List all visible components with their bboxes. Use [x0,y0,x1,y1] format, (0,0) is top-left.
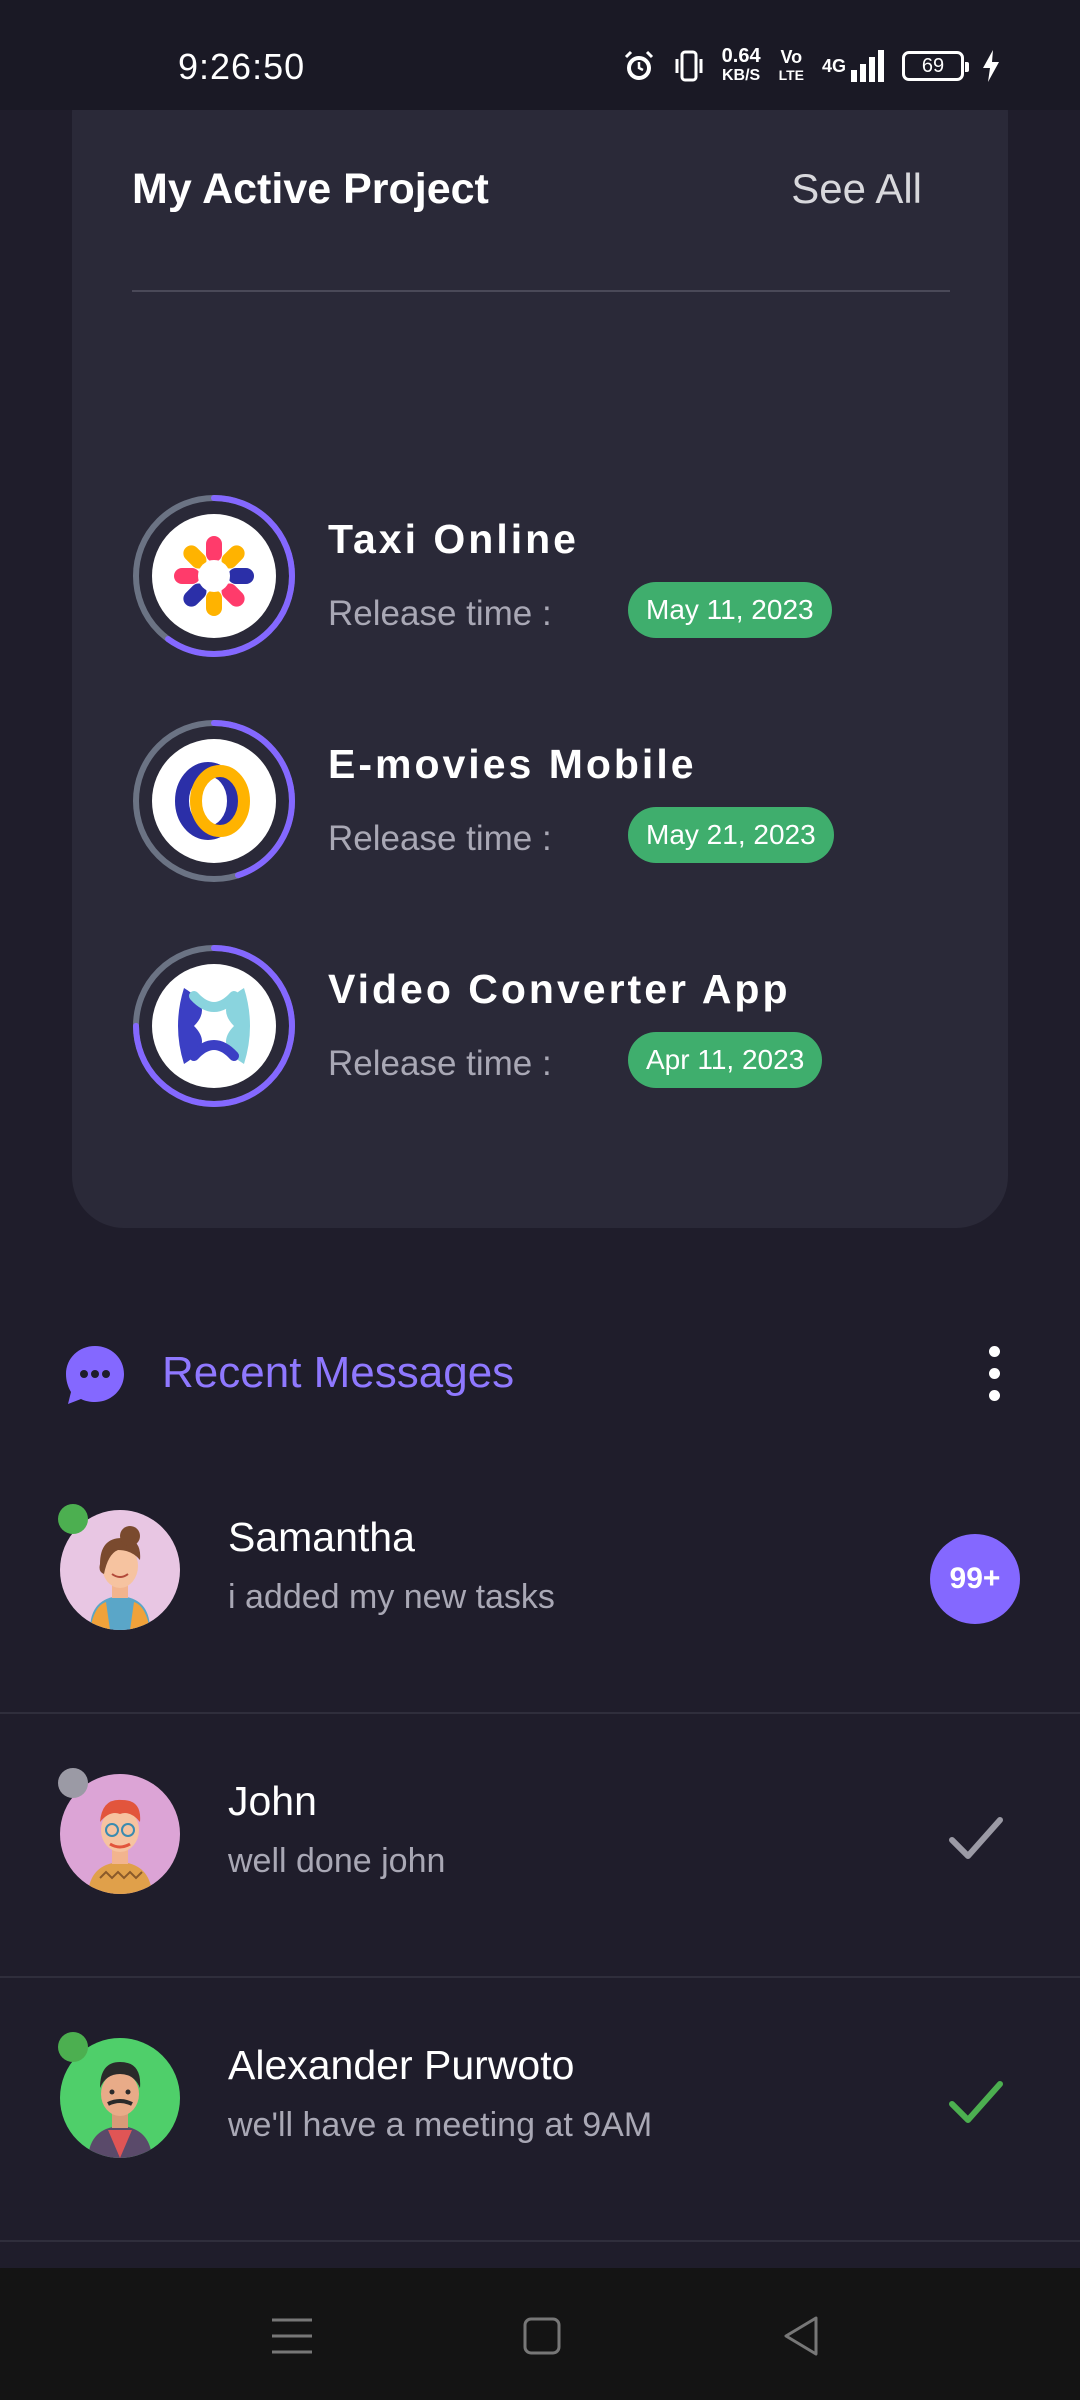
release-date-badge: Apr 11, 2023 [628,1032,823,1088]
volte-bottom: LTE [778,67,804,83]
message-preview: i added my new tasks [228,1578,555,1616]
status-icons: 0.64 KB/S Vo LTE 4G 69 [622,46,1000,86]
release-label: Release time : [328,594,552,633]
more-options-icon[interactable] [974,1340,1014,1406]
volte-indicator: Vo LTE [779,48,804,84]
project-name: Taxi Online [328,516,579,562]
chat-bubble-icon [66,1346,124,1404]
contact-name: Samantha [228,1514,415,1560]
release-label: Release time : [328,1044,552,1083]
project-name: E-movies Mobile [328,741,697,787]
message-row[interactable]: Alexander Purwoto we'll have a meeting a… [0,1978,1080,2242]
release-date-badge: May 11, 2023 [628,582,832,638]
check-icon [949,2081,1003,2123]
signal-icon: 4G [822,50,884,82]
recent-messages-title: Recent Messages [162,1348,515,1397]
presence-dot [58,1504,88,1534]
net-speed-unit: KB/S [721,67,761,84]
alarm-icon [622,49,656,83]
status-time: 9:26:50 [178,46,306,87]
net-speed-value: 0.64 [721,45,761,67]
project-item[interactable]: Taxi Online Release time : May 11, 2023 [132,494,952,664]
back-icon[interactable] [772,2306,832,2366]
presence-dot [58,2032,88,2062]
message-preview: well done john [228,1842,446,1880]
card-divider [132,290,950,292]
status-bar: 9:26:50 0.64 KB/S Vo LTE 4G 69 [0,0,1080,110]
vibrate-icon [674,49,704,83]
project-item[interactable]: E-movies Mobile Release time : May 21, 2… [132,719,952,889]
home-icon[interactable] [512,2306,572,2366]
see-all-link[interactable]: See All [791,165,922,213]
check-icon [949,1817,1003,1859]
contact-name: John [228,1778,317,1824]
recent-messages-header: Recent Messages [64,1340,1024,1410]
active-project-card: My Active Project See All Taxi Online Re… [72,60,1008,1228]
menu-icon[interactable] [262,2306,322,2366]
charging-icon [982,50,1000,82]
network-type: 4G [821,55,846,76]
message-row[interactable]: Samantha i added my new tasks 99+ [0,1450,1080,1714]
project-name: Video Converter App [328,966,791,1012]
system-nav-bar [0,2268,1080,2400]
emovies-logo-icon [152,739,276,863]
volte-top: Vo [780,47,803,67]
video-converter-logo-icon [152,964,276,1088]
release-label: Release time : [328,819,552,858]
contact-name: Alexander Purwoto [228,2042,575,2088]
net-speed: 0.64 KB/S [722,46,761,86]
presence-dot [58,1768,88,1798]
message-preview: we'll have a meeting at 9AM [228,2106,653,2144]
release-date-badge: May 21, 2023 [628,807,834,863]
unread-count-badge: 99+ [930,1534,1020,1624]
project-item[interactable]: Video Converter App Release time : Apr 1… [132,944,952,1114]
card-title: My Active Project [132,165,489,213]
battery-indicator: 69 [902,51,969,81]
message-row[interactable]: John well done john [0,1714,1080,1978]
taxi-logo-icon [152,514,276,638]
